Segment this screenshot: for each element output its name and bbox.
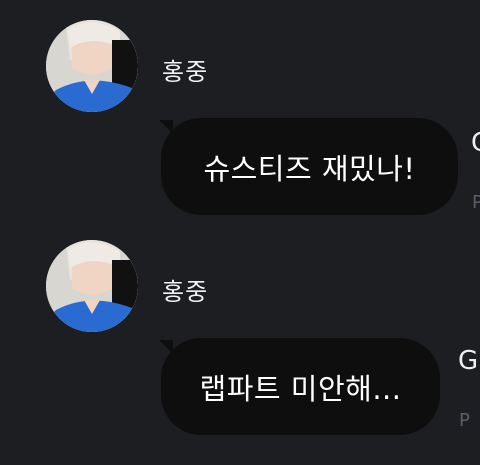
cut-off-reply-text: G [458,346,479,376]
message-bubble[interactable]: 슈스티즈 재밌나! [159,118,458,215]
message-text: 랩파트 미안해... [199,371,402,406]
message-text: 슈스티즈 재밌나! [203,151,416,186]
cut-off-meta-text: P [472,192,480,213]
message-bubble[interactable]: 랩파트 미안해... [159,338,440,435]
sender-name: 홍중 [162,58,209,86]
cut-off-reply-text: G [471,128,480,158]
avatar[interactable] [46,20,138,112]
cut-off-meta-text: P [459,410,470,431]
sender-name: 홍중 [162,278,209,306]
avatar[interactable] [46,240,138,332]
avatar-photo [46,240,138,332]
avatar-photo [46,20,138,112]
